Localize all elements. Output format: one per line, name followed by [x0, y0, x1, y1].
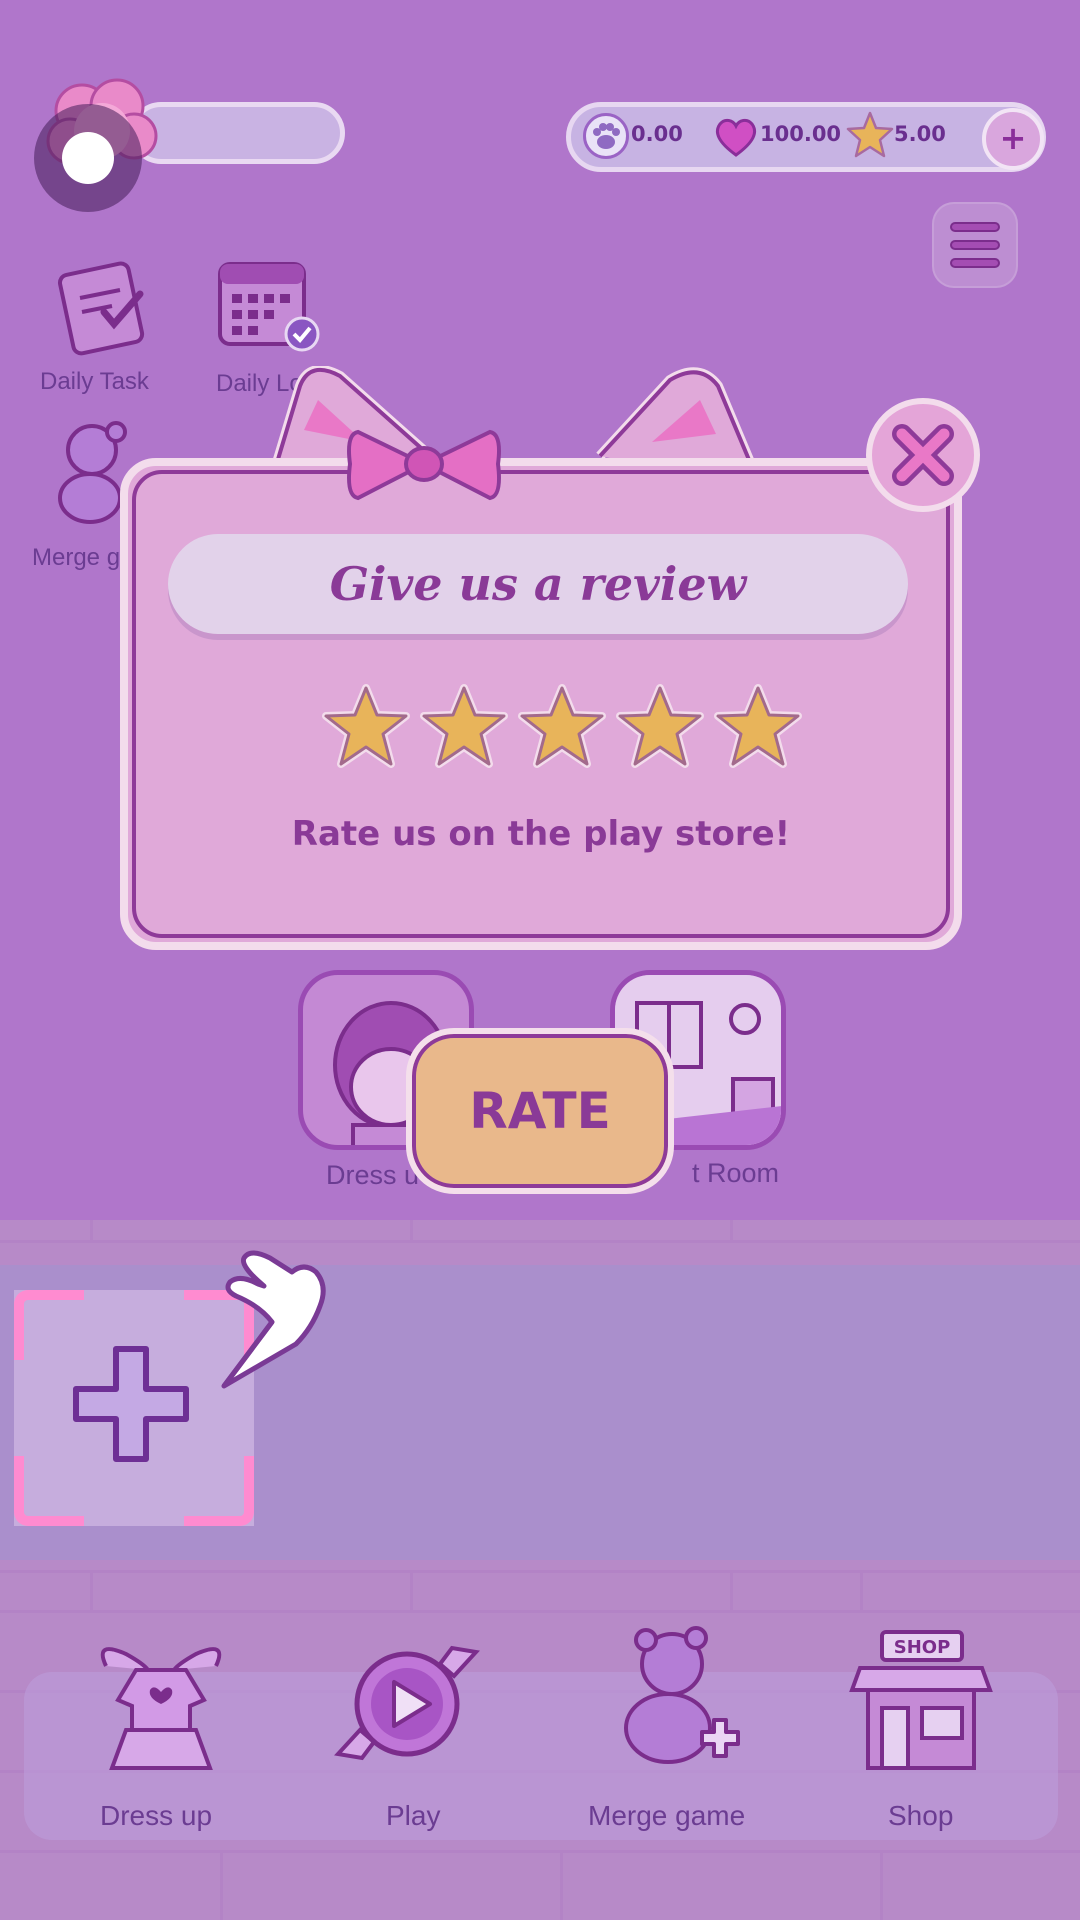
nav-merge-game-label: Merge game	[588, 1800, 746, 1831]
avatar-cursor-dot	[62, 132, 114, 184]
merge-game-shortcut-label: Merge g	[32, 544, 121, 571]
close-icon	[892, 424, 954, 486]
plus-icon	[73, 1346, 189, 1462]
hamburger-icon	[950, 222, 1000, 232]
nav-dress-up-label: Dress up	[100, 1800, 213, 1831]
paw-currency-value: 0.00	[631, 122, 683, 146]
nav-shop-label: Shop	[888, 1800, 954, 1831]
rating-star-1[interactable]	[320, 682, 412, 774]
close-button[interactable]	[866, 398, 980, 512]
add-currency-button[interactable]: +	[982, 108, 1044, 170]
rating-star-2[interactable]	[418, 682, 510, 774]
svg-text:SHOP: SHOP	[894, 1637, 951, 1658]
daily-log-icon[interactable]	[212, 248, 322, 358]
candy-play-icon[interactable]	[332, 1630, 482, 1780]
avatar-name-bar[interactable]	[130, 102, 345, 164]
daily-task-icon[interactable]	[48, 250, 158, 360]
room-tile-label: t Room	[692, 1158, 780, 1188]
bow-icon	[347, 429, 501, 501]
rating-star-4[interactable]	[614, 682, 706, 774]
heart-icon	[715, 118, 757, 157]
star-currency-value: 5.00	[894, 122, 946, 146]
teddy-plus-icon[interactable]	[600, 1624, 750, 1774]
nav-play-label: Play	[386, 1800, 441, 1831]
rating-star-5[interactable]	[712, 682, 804, 774]
daily-task-label: Daily Task	[40, 368, 149, 395]
heart-currency-value: 100.00	[760, 122, 842, 146]
menu-button[interactable]	[932, 202, 1018, 288]
star-icon	[846, 111, 894, 158]
dialog-title: Give us a review	[329, 557, 747, 611]
shop-icon[interactable]: SHOP	[846, 1628, 996, 1778]
pointing-hand-icon	[221, 1250, 326, 1389]
dialog-subtitle: Rate us on the play store!	[291, 814, 791, 854]
rating-star-3[interactable]	[516, 682, 608, 774]
rate-button-label: RATE	[469, 1082, 611, 1140]
dress-icon[interactable]	[86, 1630, 236, 1780]
paw-icon	[583, 113, 629, 159]
